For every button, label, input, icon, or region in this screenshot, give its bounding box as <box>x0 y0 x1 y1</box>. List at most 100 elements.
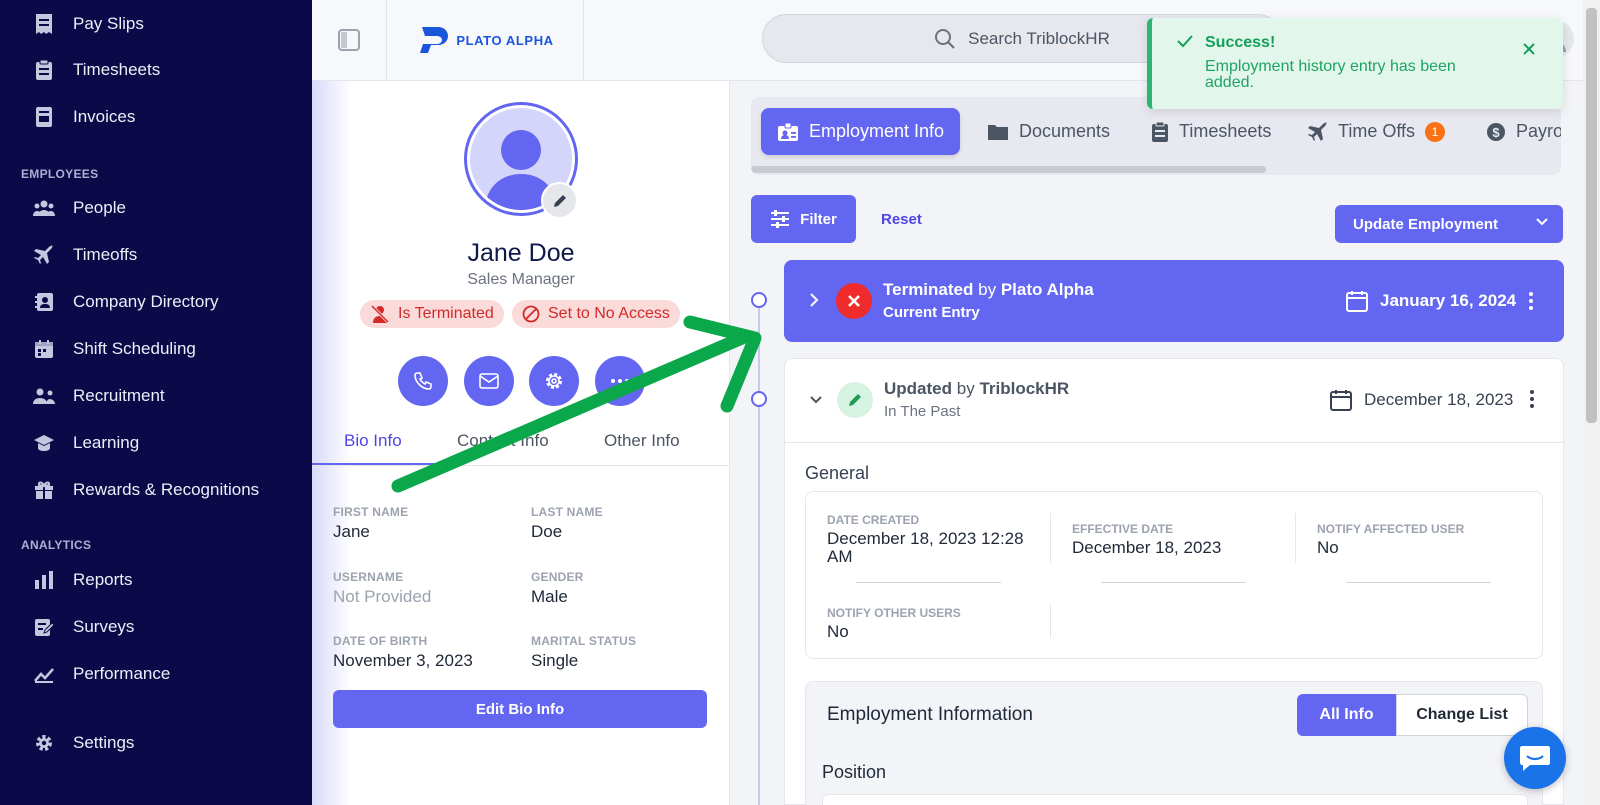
edit-avatar-button[interactable] <box>541 182 578 219</box>
logo-text: PLATO ALPHA <box>456 32 554 48</box>
entry-actor: Plato Alpha <box>1000 280 1094 299</box>
clipboard-icon <box>1151 121 1179 143</box>
sidebar-item-invoices[interactable]: Invoices <box>32 102 135 132</box>
brand-logo[interactable]: PLATO ALPHA <box>387 0 584 80</box>
position-field <box>822 794 1528 805</box>
tab-documents[interactable]: Documents <box>987 108 1110 155</box>
tab-timesheets[interactable]: Timesheets <box>1151 108 1271 155</box>
tab-bio-info[interactable]: Bio Info <box>344 431 402 461</box>
sidebar-item-timeoffs[interactable]: Timeoffs <box>32 240 137 270</box>
active-tab-underline <box>312 463 437 465</box>
pencil-icon <box>552 193 568 209</box>
divider <box>1295 513 1296 563</box>
tab-label: Payro <box>1516 121 1561 141</box>
effective-date-value: December 18, 2023 <box>1072 538 1222 557</box>
history-entry-current[interactable]: Terminated by Plato Alpha Current Entry … <box>784 260 1564 342</box>
sliders-icon <box>770 210 800 228</box>
sidebar-item-rewards[interactable]: Rewards & Recognitions <box>32 475 259 505</box>
call-button[interactable] <box>398 356 448 406</box>
graduation-cap-icon <box>32 431 56 455</box>
sidebar-item-company-directory[interactable]: Company Directory <box>32 287 219 317</box>
ban-icon <box>522 305 548 323</box>
phone-icon <box>413 371 433 391</box>
chat-bubble-icon <box>1518 743 1552 773</box>
effective-date-label: EFFECTIVE DATE <box>1072 522 1174 536</box>
sidebar-item-settings[interactable]: Settings <box>32 728 134 758</box>
dob-label: DATE OF BIRTH <box>333 634 428 648</box>
timeline-dot <box>751 391 767 407</box>
page-scrollbar[interactable] <box>1583 0 1600 805</box>
marital-status-label: MARITAL STATUS <box>531 634 637 648</box>
sidebar-item-recruitment[interactable]: Recruitment <box>32 381 165 411</box>
email-button[interactable] <box>464 356 514 406</box>
toast-message: Employment history entry has been added. <box>1205 58 1456 91</box>
username-value: Not Provided <box>333 587 432 606</box>
entry-title: Updated by TriblockHR <box>884 379 1069 399</box>
chevron-down-icon[interactable] <box>809 395 823 405</box>
sidebar-item-surveys[interactable]: Surveys <box>32 612 134 642</box>
divider <box>1050 513 1051 563</box>
dollar-circle-icon: $ <box>1486 122 1516 142</box>
sidebar-item-label: Company Directory <box>73 292 219 311</box>
history-entry-past: Updated by TriblockHR In The Past Decemb… <box>784 358 1564 805</box>
employment-information-section: Employment Information All Info Change L… <box>805 681 1543 805</box>
filter-label: Filter <box>800 210 837 228</box>
survey-icon <box>32 615 56 639</box>
sidebar-item-reports[interactable]: Reports <box>32 565 133 595</box>
entry-action: Updated <box>884 379 952 398</box>
tab-contact-info[interactable]: Contact Info <box>457 431 549 461</box>
pay-slips-icon <box>32 12 56 36</box>
chat-button[interactable] <box>1504 727 1566 789</box>
search-icon <box>934 28 968 50</box>
entry-title: Terminated by Plato Alpha <box>883 280 1094 300</box>
reset-link[interactable]: Reset <box>881 211 922 228</box>
sidebar-item-timesheets[interactable]: Timesheets <box>32 55 160 85</box>
tab-time-offs[interactable]: Time Offs 1 <box>1308 108 1446 155</box>
sidebar-item-pay-slips[interactable]: Pay Slips <box>32 9 144 39</box>
ellipsis-icon <box>610 378 630 384</box>
date-created-label: DATE CREATED <box>827 513 920 527</box>
chevron-right-icon[interactable] <box>808 292 820 308</box>
sidebar-item-label: People <box>73 198 126 217</box>
all-info-button[interactable]: All Info <box>1297 694 1396 736</box>
date-created-value-line1: December 18, 2023 12:28 <box>827 529 1024 548</box>
invoices-icon <box>32 105 56 129</box>
section-employees: EMPLOYEES <box>21 167 99 181</box>
sidebar-item-performance[interactable]: Performance <box>32 659 170 689</box>
settings-button[interactable] <box>529 356 579 406</box>
sidebar-item-label: Surveys <box>73 617 135 636</box>
profile-tabs: Bio Info Contact Info Other Info <box>312 431 730 466</box>
entry-date: January 16, 2024 <box>1346 290 1516 312</box>
user-slash-icon <box>370 305 398 323</box>
sidebar-item-learning[interactable]: Learning <box>32 428 139 458</box>
divider <box>1050 604 1051 638</box>
tab-other-info[interactable]: Other Info <box>604 431 680 461</box>
line-chart-icon <box>32 662 56 686</box>
filter-button[interactable]: Filter <box>751 195 856 243</box>
scrollbar-thumb[interactable] <box>1586 8 1597 423</box>
more-actions-button[interactable] <box>595 356 645 406</box>
logo-mark-icon <box>416 25 450 55</box>
change-list-button[interactable]: Change List <box>1396 694 1528 736</box>
tab-payroll[interactable]: $ Payro <box>1486 108 1561 155</box>
id-badge-icon <box>777 122 809 142</box>
kebab-menu-icon[interactable] <box>1529 389 1535 409</box>
gift-icon <box>32 478 56 502</box>
sidebar-item-shift-scheduling[interactable]: Shift Scheduling <box>32 334 196 364</box>
tab-label: Time Offs <box>1338 121 1416 141</box>
tabs-scrollbar[interactable] <box>751 166 1266 173</box>
directory-icon <box>32 290 56 314</box>
edit-bio-info-button[interactable]: Edit Bio Info <box>333 690 707 728</box>
update-employment-button[interactable]: Update Employment <box>1335 205 1563 243</box>
kebab-menu-icon[interactable] <box>1528 291 1534 311</box>
dob-value: November 3, 2023 <box>333 651 473 670</box>
sidebar-item-people[interactable]: People <box>32 193 126 223</box>
sidebar-item-label: Settings <box>73 733 135 752</box>
sidebar-toggle-button[interactable] <box>312 0 387 80</box>
entry-action: Terminated <box>883 280 974 299</box>
close-icon[interactable] <box>1522 42 1536 56</box>
tab-employment-info[interactable]: Employment Info <box>761 108 961 155</box>
entry-by: by <box>978 280 997 299</box>
sidebar: Pay Slips Timesheets Invoices EMPLOYEES … <box>0 0 312 805</box>
sidebar-item-label: Timesheets <box>73 60 161 79</box>
